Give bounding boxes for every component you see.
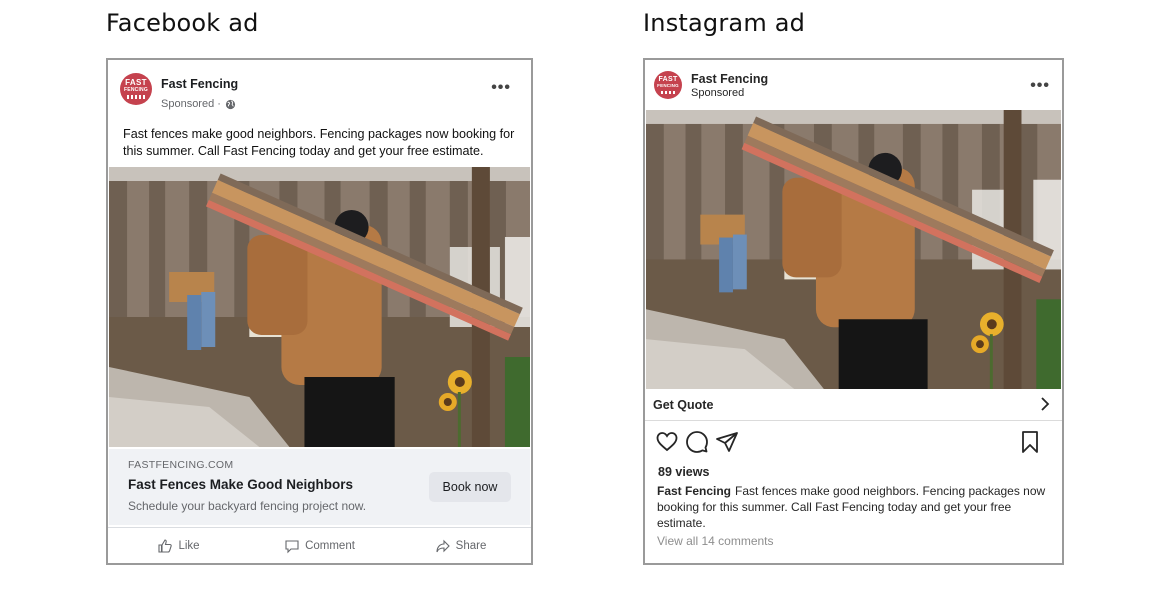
- heart-icon[interactable]: [655, 430, 679, 454]
- comment-icon[interactable]: [685, 430, 709, 454]
- share-button[interactable]: Share: [390, 538, 531, 554]
- sponsored-label: Sponsored ·: [161, 98, 236, 110]
- book-now-button[interactable]: Book now: [429, 472, 511, 502]
- views-count: 89 views: [658, 465, 710, 479]
- get-quote-button[interactable]: Get Quote: [645, 390, 1062, 421]
- link-description: Schedule your backyard fencing project n…: [128, 499, 367, 513]
- get-quote-label: Get Quote: [653, 398, 714, 412]
- ad-image[interactable]: [109, 167, 530, 447]
- comment-icon: [285, 540, 299, 554]
- page-name[interactable]: Fast Fencing: [161, 77, 238, 91]
- ad-photo-illustration: [646, 110, 1061, 389]
- post-text: Fast fences make good neighbors. Fencing…: [123, 127, 515, 158]
- instagram-ad-card: FAST FENCING Fast Fencing Sponsored •••: [643, 58, 1064, 565]
- comment-button[interactable]: Comment: [249, 538, 390, 554]
- ad-image[interactable]: [646, 110, 1061, 389]
- more-options-icon[interactable]: •••: [491, 80, 511, 96]
- fence-logo-icon: [660, 90, 676, 94]
- like-label: Like: [178, 540, 200, 552]
- brand-avatar[interactable]: FAST FENCING: [654, 71, 682, 99]
- thumbs-up-icon: [158, 539, 173, 553]
- link-preview[interactable]: FASTFENCING.COM Fast Fences Make Good Ne…: [109, 449, 530, 525]
- caption-username[interactable]: Fast Fencing: [657, 484, 731, 498]
- more-options-icon[interactable]: •••: [1030, 78, 1050, 94]
- brand-avatar[interactable]: FAST FENCING: [120, 73, 152, 105]
- sponsored-text: Sponsored ·: [161, 98, 221, 110]
- view-comments-link[interactable]: View all 14 comments: [657, 534, 774, 548]
- avatar-text-line1: FAST: [658, 76, 678, 84]
- post-caption: Fast Fencing Fast fences make good neighb…: [657, 483, 1049, 531]
- facebook-ad-title: Facebook ad: [106, 9, 259, 37]
- link-domain: FASTFENCING.COM: [128, 459, 234, 471]
- instagram-ad-title: Instagram ad: [643, 9, 806, 37]
- like-button[interactable]: Like: [108, 538, 249, 554]
- post-actions-bar: Like Comment Share: [108, 527, 531, 563]
- comment-label: Comment: [305, 540, 355, 552]
- chevron-right-icon: [1041, 397, 1050, 411]
- avatar-text-line2: FENCING: [124, 87, 148, 93]
- account-name[interactable]: Fast Fencing: [691, 72, 768, 86]
- facebook-post-header: FAST FENCING Fast Fencing Sponsored · ••…: [108, 60, 531, 120]
- share-icon: [436, 539, 450, 553]
- avatar-text-line2: FENCING: [657, 83, 679, 89]
- avatar-text-line1: FAST: [125, 78, 147, 87]
- sponsored-label: Sponsored: [691, 87, 745, 99]
- facebook-ad-card: FAST FENCING Fast Fencing Sponsored · ••…: [106, 58, 533, 565]
- fence-logo-icon: [127, 95, 145, 99]
- link-headline: Fast Fences Make Good Neighbors: [128, 477, 354, 492]
- send-icon[interactable]: [715, 430, 739, 454]
- ad-photo-illustration: [109, 167, 530, 447]
- share-label: Share: [455, 540, 487, 552]
- globe-icon: [225, 99, 236, 109]
- bookmark-icon[interactable]: [1018, 430, 1042, 454]
